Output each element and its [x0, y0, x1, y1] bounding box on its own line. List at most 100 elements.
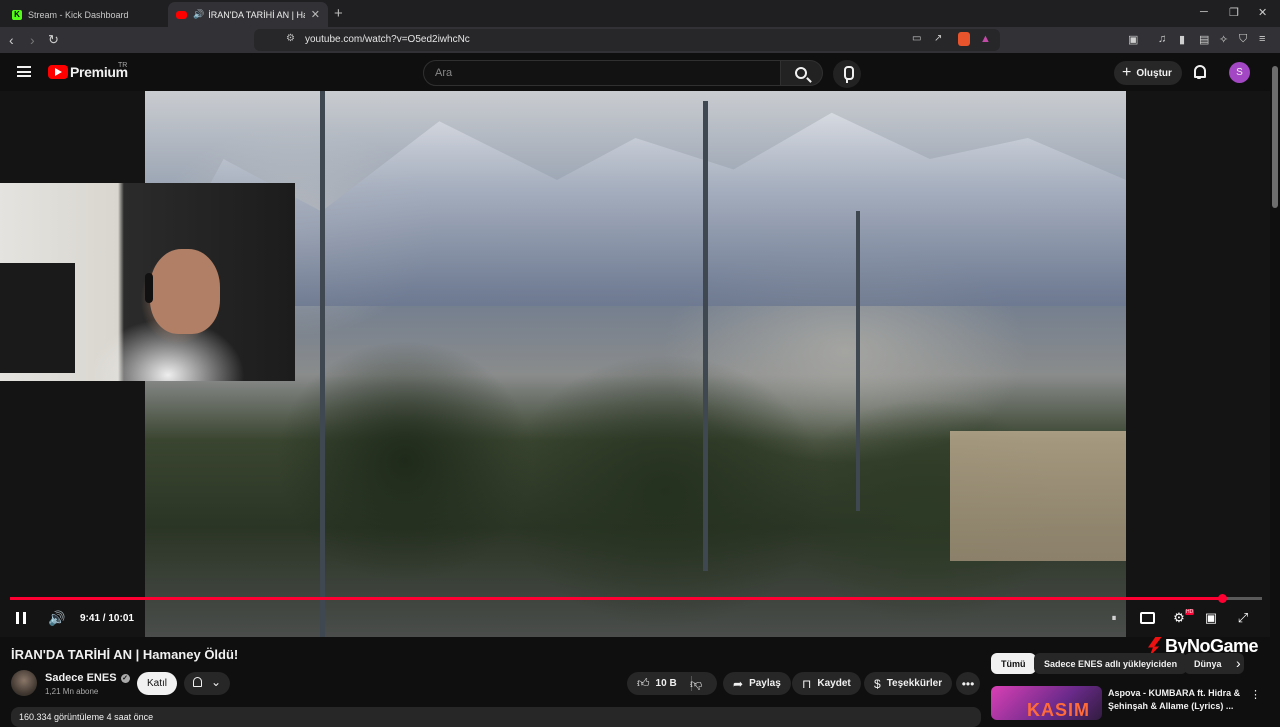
- sidebar-icon[interactable]: ▮: [1179, 33, 1185, 46]
- video-title: İRAN'DA TARİHİ AN | Hamaney Öldü!: [11, 647, 239, 662]
- thumbnail-text: KASIM: [1027, 700, 1090, 720]
- hamburger-menu-icon[interactable]: [17, 66, 31, 77]
- url-text: youtube.com/watch?v=O5ed2iwhcNc: [305, 34, 470, 45]
- search-button[interactable]: [781, 60, 823, 86]
- youtube-icon: [176, 10, 187, 19]
- brave-shield-icon[interactable]: [958, 32, 970, 46]
- url-field[interactable]: ⚙ youtube.com/watch?v=O5ed2iwhcNc ▭ ↗ ▲: [254, 29, 1000, 51]
- view-stats: 160.334 görüntüleme 4 saat önce: [19, 712, 154, 722]
- share-icon[interactable]: ↗: [934, 33, 942, 44]
- webcam-person-head: [150, 249, 220, 334]
- address-bar-row: ‹ › ↻ ☐ ⚙ youtube.com/watch?v=O5ed2iwhcN…: [0, 27, 1280, 53]
- browser-tabbar: K Stream - Kick Dashboard 🔊 İRAN'DA TARİ…: [0, 0, 1280, 27]
- notification-settings-button[interactable]: ⌄: [184, 672, 230, 695]
- time-current: 9:41: [80, 612, 101, 624]
- create-button[interactable]: + Oluştur: [1114, 61, 1182, 85]
- rewards-icon[interactable]: ▲: [980, 33, 991, 45]
- account-avatar[interactable]: S: [1229, 62, 1250, 83]
- search-placeholder: Ara: [435, 67, 453, 79]
- video-player[interactable]: 🔊 9:41 / 10:01 ⏸ ⚙ HD ▣ ⤢: [0, 91, 1270, 637]
- video-pole: [703, 101, 708, 571]
- autoplay-toggle-icon[interactable]: ⏸: [1106, 610, 1122, 626]
- subscriber-count: 1,21 Mn abone: [45, 687, 99, 696]
- voice-search-icon[interactable]: [833, 60, 861, 88]
- bell-icon: [192, 677, 204, 690]
- close-tab-icon[interactable]: ✕: [311, 8, 320, 21]
- tab-kick-dashboard[interactable]: K Stream - Kick Dashboard: [4, 2, 164, 27]
- time-display: 9:41 / 10:01: [80, 612, 134, 624]
- tab-title: İRAN'DA TARİHİ AN | Hamaney Öldü!: [208, 9, 305, 20]
- video-pole: [856, 211, 860, 511]
- notifications-bell-icon[interactable]: [1192, 64, 1208, 80]
- webcam-headset: [145, 273, 153, 303]
- share-label: Paylaş: [749, 678, 781, 689]
- channel-name[interactable]: Sadece ENES ✓: [45, 672, 130, 684]
- thumbs-down-icon[interactable]: 👎︎: [690, 677, 702, 692]
- tab-title: Stream - Kick Dashboard: [28, 9, 129, 20]
- kick-icon: K: [12, 9, 22, 20]
- media-icon[interactable]: ♫: [1158, 33, 1166, 45]
- speaker-icon[interactable]: 🔊: [193, 9, 204, 20]
- search-input[interactable]: Ara: [423, 60, 781, 86]
- thanks-button[interactable]: $ Teşekkürler: [864, 672, 953, 695]
- close-window-button[interactable]: ✕: [1258, 6, 1267, 19]
- pause-button[interactable]: [14, 608, 28, 628]
- screenshot-icon[interactable]: ▣: [1128, 33, 1138, 46]
- recommended-thumbnail[interactable]: KASIM: [991, 686, 1102, 720]
- more-vert-icon[interactable]: ⋮: [1250, 688, 1261, 701]
- verified-icon: ✓: [120, 673, 130, 683]
- new-tab-button[interactable]: +: [334, 5, 343, 22]
- more-actions-icon[interactable]: •••: [956, 672, 980, 695]
- volume-icon[interactable]: 🔊: [48, 608, 66, 628]
- create-label: Oluştur: [1136, 67, 1172, 79]
- save-label: Kaydet: [817, 678, 851, 689]
- time-total: 10:01: [108, 612, 134, 624]
- miniplayer-icon[interactable]: ▣: [1203, 610, 1219, 626]
- channel-avatar[interactable]: [11, 670, 37, 696]
- share-button[interactable]: ➦ Paylaş: [723, 672, 791, 695]
- leo-icon[interactable]: ✧: [1219, 33, 1228, 46]
- like-button[interactable]: 👍︎ 10 B: [627, 672, 717, 695]
- reload-button[interactable]: ↻: [48, 31, 59, 49]
- restore-button[interactable]: ❐: [1229, 6, 1239, 19]
- scrollbar-thumb[interactable]: [1272, 66, 1278, 208]
- subtitles-button[interactable]: [1139, 610, 1155, 626]
- wallet-icon[interactable]: ▤: [1199, 33, 1209, 46]
- video-building: [950, 431, 1126, 561]
- progress-scrubber[interactable]: [1217, 594, 1227, 603]
- fullscreen-icon[interactable]: ⤢: [1235, 610, 1251, 626]
- thanks-icon: $: [874, 676, 881, 691]
- chip-world[interactable]: Dünya: [1184, 653, 1244, 674]
- minimize-button[interactable]: ─: [1200, 6, 1208, 18]
- thanks-label: Teşekkürler: [886, 678, 943, 689]
- vpn-icon[interactable]: ⛉: [1239, 33, 1247, 46]
- back-button[interactable]: ‹: [9, 31, 14, 49]
- cast-icon[interactable]: ▭: [912, 33, 921, 44]
- join-button[interactable]: Katıl: [137, 672, 177, 695]
- progress-fill: [10, 597, 1222, 600]
- menu-icon[interactable]: ≡: [1259, 33, 1265, 45]
- webcam-background: [0, 263, 75, 373]
- tab-youtube-video[interactable]: 🔊 İRAN'DA TARİHİ AN | Hamaney Öldü! ✕: [168, 2, 328, 27]
- plus-icon: +: [1122, 64, 1132, 81]
- bookmark-save-icon: ⊓: [802, 676, 812, 691]
- save-button[interactable]: ⊓ Kaydet: [792, 672, 861, 695]
- site-info-icon[interactable]: ⚙: [286, 33, 295, 44]
- thumbs-up-icon: 👍︎: [637, 676, 650, 690]
- search-icon: [795, 67, 807, 79]
- youtube-header: Premium TR Ara + Oluştur S: [0, 53, 1280, 91]
- description-box[interactable]: 160.334 görüntüleme 4 saat önce: [11, 707, 981, 727]
- chip-from-uploader[interactable]: Sadece ENES adlı yükleyiciden: [1034, 653, 1188, 674]
- progress-bar[interactable]: [10, 597, 1262, 600]
- subtitles-icon: [1139, 612, 1155, 624]
- like-count: 10 B: [655, 678, 677, 689]
- video-pole: [320, 91, 325, 637]
- chevron-down-icon: ⌄: [211, 675, 222, 689]
- recommended-title[interactable]: Aspova - KUMBARA ft. Hidra & Şehinşah & …: [1108, 687, 1246, 713]
- share-arrow-icon: ➦: [733, 676, 744, 691]
- forward-button[interactable]: ›: [30, 31, 35, 49]
- chip-all[interactable]: Tümü: [991, 653, 1036, 674]
- chevron-right-icon[interactable]: ›: [1236, 655, 1241, 671]
- youtube-logo-icon[interactable]: [48, 65, 68, 79]
- hd-badge: HD: [1185, 609, 1195, 615]
